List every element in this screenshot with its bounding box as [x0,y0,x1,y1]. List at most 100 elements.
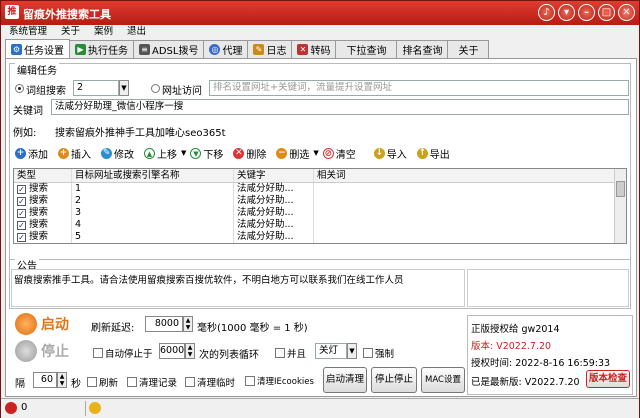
minimize-button[interactable]: – [578,4,595,21]
filter-dropdown[interactable]: ▼ [313,149,318,157]
tab-proxy[interactable]: ◎ 代理 [203,40,249,58]
auth-time: 授权时间: 2022-8-16 16:59:33 [471,358,611,369]
tab-adsl[interactable]: ≡ ADSL拨号 [133,40,205,58]
tab-run-task[interactable]: ▶ 执行任务 [69,40,134,58]
autostop-checkbox[interactable]: 自动停止于 [93,346,153,360]
tab-log[interactable]: ✎ 日志 [247,40,293,58]
refresh-delay-spinner[interactable]: ▲ ▼ [183,316,193,332]
tab-about[interactable]: 关于 [447,40,490,58]
keyword-label: 关键词 [13,106,43,117]
cell-keyword: 法咸分好助... [234,207,314,219]
table-row[interactable]: ✓ 搜索 2 法咸分好助... [14,195,626,207]
gear-icon: ⚙ [11,43,22,55]
delete-button[interactable]: ✕ 删除 [233,146,266,161]
chevron-down-icon[interactable]: ▼ [119,80,129,96]
cell-type: 搜索 [29,207,49,218]
chevron-down-icon[interactable]: ▼ [347,343,357,359]
force-checkbox[interactable]: 强制 [363,346,394,360]
menu-cases[interactable]: 案例 [94,25,113,39]
stop-button[interactable]: 停止 [15,340,69,362]
refresh-checkbox[interactable]: 刷新 [87,375,118,389]
checkbox-box[interactable] [127,377,137,387]
checkbox-box[interactable] [363,348,373,358]
interval-input[interactable]: 60 [33,372,57,388]
menu-icon[interactable]: ▾ [558,4,575,21]
maximize-button[interactable]: □ [598,4,615,21]
keyword-input[interactable]: 法咸分好助理_微信小程序一搜 [51,99,629,115]
row-checkbox[interactable]: ✓ [17,196,26,206]
refresh-option-label: 刷新 [99,378,119,389]
export-button[interactable]: ↑ 导出 [416,146,450,161]
cell-type: 搜索 [29,195,49,206]
force-label: 强制 [375,349,395,360]
clear-temp-checkbox[interactable]: 清理临时 [185,375,235,389]
autostop-spinner[interactable]: ▲ ▼ [185,343,195,359]
radio-group-search[interactable] [15,84,24,93]
modem-icon: ≡ [139,44,150,55]
move-up-dropdown[interactable]: ▼ [181,149,186,157]
menu-exit[interactable]: 退出 [127,25,146,39]
table-row[interactable]: ✓ 搜索 5 法咸分好助... [14,231,626,243]
filter-button[interactable]: − 删选 [276,146,309,161]
refresh-delay-input[interactable]: 8000 [145,316,183,332]
skin-icon[interactable]: ♪ [538,4,555,21]
table-row[interactable]: ✓ 搜索 4 法咸分好助... [14,219,626,231]
clear-records-checkbox[interactable]: 清理记录 [127,375,177,389]
cell-related [314,183,614,195]
col-type[interactable]: 类型 [14,169,72,182]
interval-spinner[interactable]: ▲ ▼ [57,372,67,388]
col-related[interactable]: 相关词 [314,169,614,182]
stop-clean-button[interactable]: 停止停止 [371,367,417,393]
clear-records-label: 清理记录 [139,378,178,389]
add-button[interactable]: + 添加 [15,146,48,161]
edit-icon: ✎ [101,147,112,159]
window-title: 留痕外推搜索工具 [23,8,111,21]
checkbox-box[interactable] [245,376,255,386]
stop-label: 停止 [41,344,69,360]
cell-type: 搜索 [29,219,49,230]
autostop-input[interactable]: 6000 [159,343,185,359]
tab-rank-query[interactable]: 排名查询 [396,40,449,58]
cell-target: 1 [72,183,234,195]
scrollbar-thumb[interactable] [616,181,625,197]
menu-system[interactable]: 系统管理 [9,25,47,39]
tab-task-settings[interactable]: ⚙ 任务设置 [5,39,70,58]
refresh-delay-label: 刷新延迟: [91,323,135,334]
close-button[interactable]: ✕ [618,4,635,21]
table-row[interactable]: ✓ 搜索 3 法咸分好助... [14,207,626,219]
col-target[interactable]: 目标网址或搜索引擎名称 [72,169,234,182]
clear-cookies-checkbox[interactable]: 清理IEcookies [245,375,314,387]
mac-settings-button[interactable]: MAC设置 [421,367,465,393]
radio-url-visit[interactable] [151,84,160,93]
tab-dropdown-query[interactable]: 下拉查询 [335,40,398,58]
checkbox-box[interactable] [275,348,285,358]
checkbox-box[interactable] [185,377,195,387]
table-row[interactable]: ✓ 搜索 1 法咸分好助... [14,183,626,195]
tab-transcode[interactable]: ✕ 转码 [291,40,337,58]
start-clean-button[interactable]: 启动清理 [323,367,367,393]
version-check-button[interactable]: 版本检查 [586,370,630,388]
group-select[interactable]: 2 [73,80,119,96]
url-input[interactable]: 排名设置网址+关键词，流量提升设置网址 [209,80,629,96]
start-button[interactable]: 启动 [15,313,69,335]
move-up-button[interactable]: ▲ 上移 [144,146,177,161]
import-icon: ↓ [373,147,385,159]
row-checkbox[interactable]: ✓ [17,220,26,230]
edit-button[interactable]: ✎ 修改 [101,146,134,161]
row-checkbox[interactable]: ✓ [17,232,26,242]
clear-button[interactable]: ⊘ 清空 [322,146,356,161]
row-checkbox[interactable]: ✓ [17,184,26,194]
import-button[interactable]: ↓ 导入 [373,146,407,161]
and-select[interactable]: 关灯 [315,343,347,359]
checkbox-box[interactable] [87,377,97,387]
start-label: 启动 [41,317,69,333]
insert-button[interactable]: + 插入 [58,146,91,161]
delete-icon: ✕ [233,147,245,159]
checkbox-box[interactable] [93,348,103,358]
table-scrollbar[interactable] [614,169,626,243]
move-down-button[interactable]: ▼ 下移 [190,146,223,161]
menu-about[interactable]: 关于 [61,25,80,39]
col-keyword[interactable]: 关键字 [234,169,314,182]
and-checkbox[interactable]: 并且 [275,346,306,360]
row-checkbox[interactable]: ✓ [17,208,26,218]
